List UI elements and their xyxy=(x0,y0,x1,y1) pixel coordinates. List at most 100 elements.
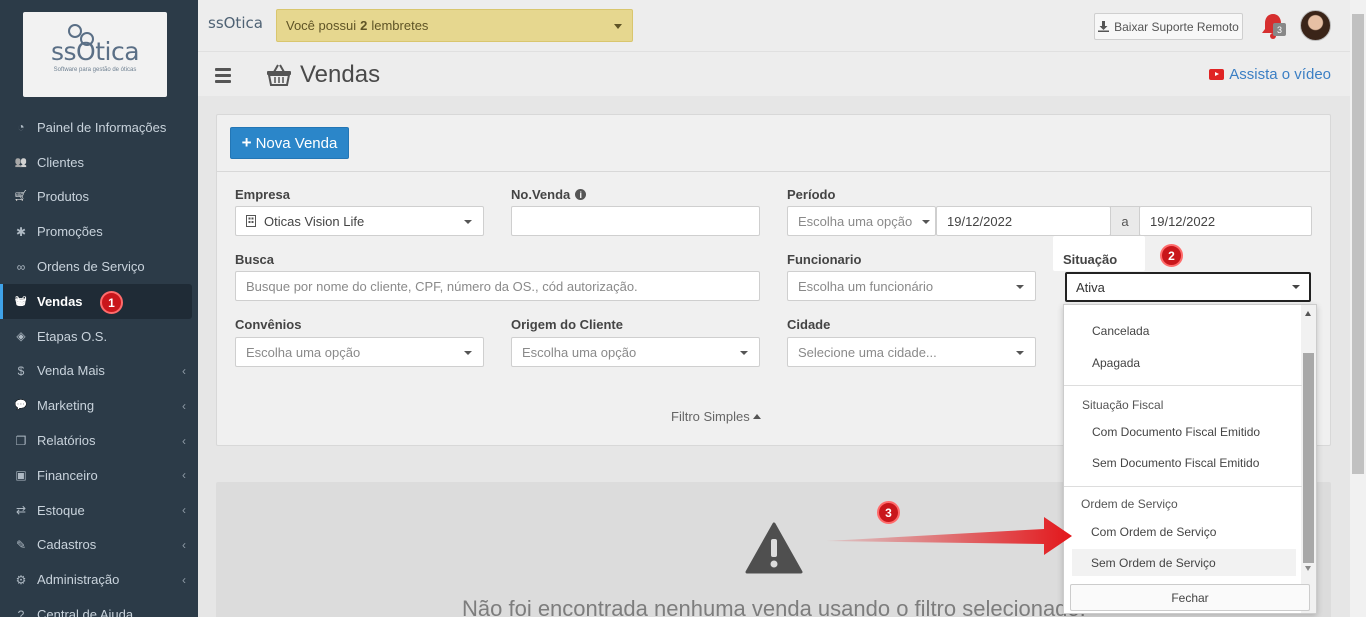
sidebar-item-administra-o[interactable]: ⚙ Administração ‹ xyxy=(0,562,198,597)
close-dropdown-button[interactable]: Fechar xyxy=(1070,584,1310,611)
sidebar-item-venda-mais[interactable]: $ Venda Mais ‹ xyxy=(0,354,198,389)
new-sale-button[interactable]: + Nova Venda xyxy=(230,127,349,159)
sidebar-item-estoque[interactable]: ⇄ Estoque ‹ xyxy=(0,493,198,528)
option-sem-ordem-servico[interactable]: Sem Ordem de Serviço xyxy=(1091,556,1216,570)
watch-video-link[interactable]: Assista o vídeo xyxy=(1209,66,1331,83)
funcionario-select[interactable]: Escolha um funcionário xyxy=(787,271,1036,301)
edit-icon: ✎ xyxy=(15,537,27,552)
scroll-down-icon[interactable] xyxy=(1305,566,1311,571)
info-icon[interactable]: i xyxy=(575,189,587,200)
dropdown-scrollbar[interactable] xyxy=(1301,305,1316,613)
convenios-select[interactable]: Escolha uma opção xyxy=(235,337,484,367)
menu-toggle-icon[interactable] xyxy=(215,68,231,86)
red-arrow-icon xyxy=(826,517,1072,555)
page-scrollbar-thumb[interactable] xyxy=(1352,14,1364,474)
sidebar-item-label: Central de Ajuda xyxy=(37,607,134,617)
periodo-end-value: 19/12/2022 xyxy=(1150,213,1216,229)
chevron-left-icon: ‹ xyxy=(182,572,186,587)
busca-input[interactable]: Busque por nome do cliente, CPF, número … xyxy=(235,271,760,301)
sidebar-item-marketing[interactable]: 💬 Marketing ‹ xyxy=(0,388,198,423)
sidebar-item-label: Produtos xyxy=(37,189,90,205)
notification-count: 3 xyxy=(1273,23,1286,36)
periodo-separator: a xyxy=(1110,206,1140,236)
dropdown-scroll-thumb[interactable] xyxy=(1303,353,1314,563)
empresa-select[interactable]: Oticas Vision Life xyxy=(235,206,484,236)
busca-placeholder: Busque por nome do cliente, CPF, número … xyxy=(246,278,638,294)
avatar[interactable] xyxy=(1300,10,1331,41)
caret-down-icon xyxy=(922,220,930,224)
sidebar-item-painel-de-informa-es[interactable]: ◔ Painel de Informações xyxy=(0,110,198,145)
sidebar-item-produtos[interactable]: 🛒 Produtos xyxy=(0,180,198,215)
chevron-left-icon: ‹ xyxy=(182,363,186,378)
scroll-up-icon[interactable] xyxy=(1305,311,1311,316)
glasses-icon: ∞ xyxy=(16,259,26,274)
cidade-select[interactable]: Selecione uma cidade... xyxy=(787,337,1036,367)
cogs-icon: ⚙ xyxy=(15,572,27,587)
periodo-label: Período xyxy=(787,187,836,202)
dropdown-divider xyxy=(1064,486,1302,487)
busca-label: Busca xyxy=(235,252,275,267)
origem-select[interactable]: Escolha uma opção xyxy=(511,337,760,367)
sidebar-item-relat-rios[interactable]: ❐ Relatórios ‹ xyxy=(0,423,198,458)
page-scrollbar[interactable] xyxy=(1350,0,1366,617)
sidebar-item-label: Vendas xyxy=(37,293,83,309)
watch-video-label: Assista o vídeo xyxy=(1229,66,1331,83)
simple-filter-toggle[interactable]: Filtro Simples xyxy=(671,409,761,424)
novenda-input[interactable] xyxy=(511,206,760,236)
option-com-ordem-servico[interactable]: Com Ordem de Serviço xyxy=(1091,525,1216,539)
periodo-select[interactable]: Escolha uma opção xyxy=(787,206,936,236)
periodo-start-value: 19/12/2022 xyxy=(947,213,1013,229)
tag-icon: ◈ xyxy=(16,329,26,344)
novenda-label-wrap: No.Venda i xyxy=(511,187,587,202)
sidebar-item-vendas[interactable]: 🧺 Vendas xyxy=(0,283,192,319)
step-badge-2: 2 xyxy=(1160,244,1183,267)
sidebar-item-label: Relatórios xyxy=(37,433,96,449)
sidebar-item-financeiro[interactable]: ▣ Financeiro ‹ xyxy=(0,458,198,493)
situacao-label: Situação xyxy=(1063,252,1118,267)
reminder-count: 2 xyxy=(360,18,368,33)
option-sem-documento-fiscal[interactable]: Sem Documento Fiscal Emitido xyxy=(1092,456,1259,470)
sidebar-item-label: Painel de Informações xyxy=(37,119,167,135)
basket-icon xyxy=(267,64,291,86)
sidebar-item-cadastros[interactable]: ✎ Cadastros ‹ xyxy=(0,528,198,563)
caret-down-icon xyxy=(740,351,748,355)
download-support-button[interactable]: Baixar Suporte Remoto xyxy=(1094,13,1243,40)
funcionario-placeholder: Escolha um funcionário xyxy=(798,278,934,294)
sidebar-item-etapas-o-s[interactable]: ◈ Etapas O.S. xyxy=(0,319,198,354)
sidebar-item-promo-es[interactable]: ✱ Promoções xyxy=(0,214,198,249)
logo-tagline: Software para gestão de óticas xyxy=(53,66,137,73)
sidebar-item-ordens-de-servi-o[interactable]: ∞ Ordens de Serviço xyxy=(0,249,198,284)
sidebar-item-label: Venda Mais xyxy=(37,363,105,379)
sidebar: ssOtica Software para gestão de óticas ◔… xyxy=(0,0,198,617)
support-label: Baixar Suporte Remoto xyxy=(1114,19,1239,34)
sidebar-item-central-de-ajuda[interactable]: ? Central de Ajuda xyxy=(0,597,198,617)
caret-down-icon xyxy=(1292,285,1300,289)
sidebar-item-label: Clientes xyxy=(37,154,84,170)
topbar-logo[interactable]: ssOtica xyxy=(208,14,263,32)
group-ordem-servico: Ordem de Serviço xyxy=(1081,497,1178,511)
sidebar-item-label: Marketing xyxy=(37,398,95,414)
novenda-label: No.Venda xyxy=(511,187,571,202)
periodo-end-input[interactable]: 19/12/2022 xyxy=(1139,206,1312,236)
option-com-documento-fiscal[interactable]: Com Documento Fiscal Emitido xyxy=(1092,425,1260,439)
chevron-left-icon: ‹ xyxy=(182,503,186,518)
situacao-select[interactable]: Ativa xyxy=(1065,272,1311,302)
reminders-dropdown[interactable]: Você possui 2 lembretes xyxy=(276,9,633,42)
periodo-start-input[interactable]: 19/12/2022 xyxy=(936,206,1111,236)
group-situacao-fiscal: Situação Fiscal xyxy=(1082,398,1164,412)
sidebar-item-label: Ordens de Serviço xyxy=(37,259,145,275)
situacao-value: Ativa xyxy=(1076,279,1105,295)
brand-logo[interactable]: ssOtica Software para gestão de óticas xyxy=(23,12,167,97)
empty-state-message: Não foi encontrada nenhuma venda usando … xyxy=(462,596,1086,617)
building-icon xyxy=(246,215,256,227)
option-cancelada[interactable]: Cancelada xyxy=(1092,324,1149,338)
caret-down-icon xyxy=(464,351,472,355)
caret-up-icon xyxy=(752,414,761,419)
option-apagada[interactable]: Apagada xyxy=(1092,356,1140,370)
sidebar-nav: ◔ Painel de Informações 👥 Clientes 🛒 Produtos… xyxy=(0,110,198,617)
sidebar-item-label: Financeiro xyxy=(37,467,98,483)
dashboard-icon: ◔ xyxy=(17,120,25,135)
simple-filter-label: Filtro Simples xyxy=(671,409,750,424)
panel-divider xyxy=(217,171,1330,172)
sidebar-item-clientes[interactable]: 👥 Clientes xyxy=(0,145,198,180)
